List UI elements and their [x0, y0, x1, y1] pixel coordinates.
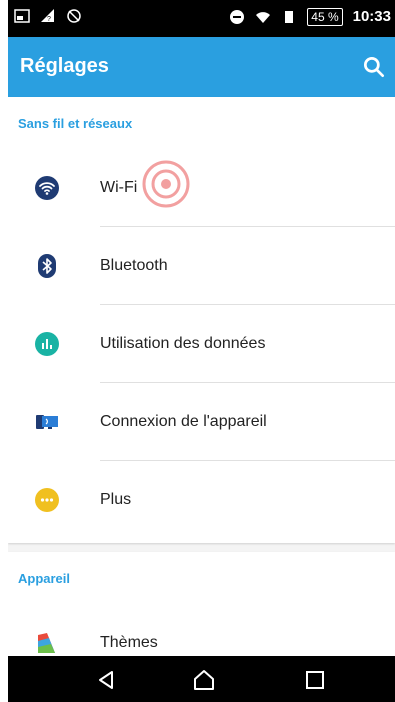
section-header-wireless: Sans fil et réseaux [18, 116, 133, 131]
settings-item-label: Bluetooth [100, 257, 168, 274]
settings-item-label: Utilisation des données [100, 335, 266, 352]
section-header-device: Appareil [18, 571, 71, 586]
touch-indicator [142, 160, 190, 208]
device-connection-icon [36, 415, 58, 429]
settings-item-label: Connexion de l'appareil [100, 413, 267, 430]
navigation-bar [8, 656, 395, 702]
themes-icon [38, 633, 55, 653]
settings-item-label: Wi-Fi [100, 179, 138, 196]
settings-item-bluetooth[interactable]: Bluetooth [8, 227, 395, 305]
section-wireless-networks: Sans fil et réseaux Wi-Fi Bluetooth Util… [8, 97, 395, 543]
clock: 10:33 [352, 8, 391, 25]
page-title: Réglages [20, 55, 109, 77]
bluetooth-icon [38, 254, 56, 278]
left-margin [0, 0, 8, 702]
settings-item-wifi[interactable]: Wi-Fi [8, 149, 395, 227]
wifi-icon [35, 176, 59, 200]
settings-item-data-usage[interactable]: Utilisation des données [8, 305, 395, 383]
search-icon[interactable] [361, 54, 387, 80]
svg-text:?: ? [47, 16, 51, 23]
screenshot-icon [14, 9, 30, 23]
more-icon [35, 488, 59, 512]
settings-item-device-connection[interactable]: Connexion de l'appareil [8, 383, 395, 461]
settings-item-label: Plus [100, 491, 132, 508]
settings-item-more[interactable]: Plus [8, 461, 395, 539]
back-icon[interactable] [92, 666, 120, 694]
phone-screen: ? 45 % 10:33 Réglages Sans fil et réseau… [8, 0, 395, 702]
app-bar: Réglages [8, 37, 395, 97]
status-bar: ? 45 % 10:33 [8, 0, 395, 37]
home-icon[interactable] [190, 666, 218, 694]
signal-icon: ? [41, 9, 54, 23]
wifi-icon [256, 12, 271, 23]
data-off-icon [67, 9, 81, 23]
battery-level: 45 % [307, 8, 343, 26]
data-usage-icon [35, 332, 59, 356]
do-not-disturb-icon [230, 10, 245, 24]
recent-apps-icon[interactable] [301, 666, 329, 694]
settings-item-label: Thèmes [100, 634, 158, 651]
section-device: Appareil Thèmes [8, 552, 395, 656]
sim-icon [285, 11, 294, 23]
